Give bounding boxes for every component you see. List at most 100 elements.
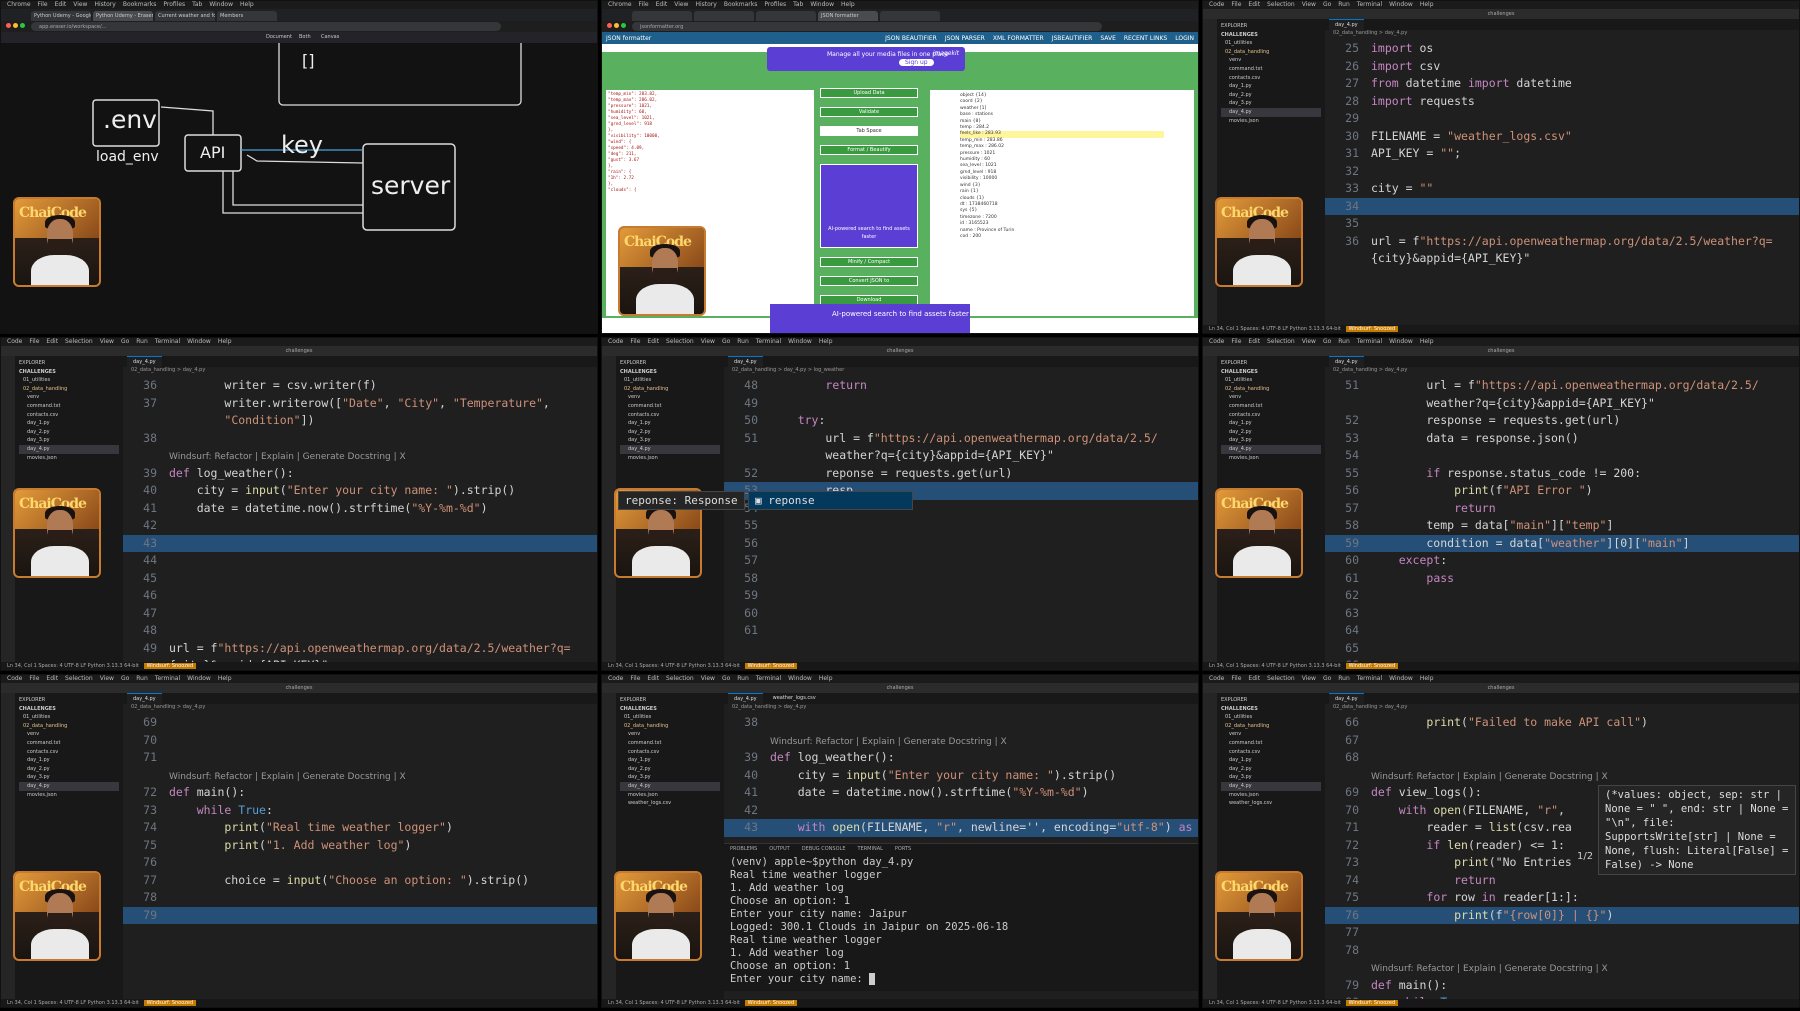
explorer-item[interactable]: 01_utilities (620, 713, 720, 722)
breadcrumb[interactable]: 02_data_handling > day_4.py (1325, 30, 1799, 38)
code-line[interactable]: 39 def log_weather(): (123, 465, 597, 483)
browser-tab[interactable]: Python Udemy - Google Dr (31, 11, 91, 21)
code-line[interactable]: 49 url = f"https://api.openweathermap.org… (123, 640, 597, 658)
code-line[interactable]: 41 date = datetime.now().strftime("%Y-%m… (123, 500, 597, 518)
address-bar[interactable]: jsonformatter.org (632, 22, 1102, 31)
code-line[interactable]: 29 (1325, 110, 1799, 128)
code-line[interactable]: Windsurf: Refactor | Explain | Generate … (1325, 959, 1799, 977)
explorer-item[interactable]: day_1.py (620, 419, 720, 428)
code-line[interactable]: 57 return (1325, 500, 1799, 518)
code-editor[interactable]: day_4.py 02_data_handling > day_4.py 51 … (1325, 356, 1799, 670)
explorer-item[interactable]: day_3.py (19, 436, 119, 445)
code-line[interactable]: 78 (1325, 942, 1799, 960)
editor-tab[interactable]: day_4.py (127, 693, 162, 704)
windsurf-badge[interactable]: Windsurf: Snoozed (744, 663, 798, 669)
code-line[interactable]: 57 (724, 552, 1198, 570)
code-line[interactable]: 48 (123, 622, 597, 640)
toolbar-document[interactable]: Document (266, 34, 292, 40)
toolbar-canvas[interactable]: Canvas (321, 34, 339, 40)
explorer-item[interactable]: 01_utilities (19, 376, 119, 385)
explorer-item[interactable]: day_4.py (19, 781, 119, 791)
code-editor[interactable]: day_4.py 02_data_handling > day_4.py 69 7… (123, 693, 597, 999)
code-line[interactable]: 36 url = f"https://api.openweathermap.org… (1325, 233, 1799, 251)
code-line[interactable]: 33 city = "" (1325, 180, 1799, 198)
code-line[interactable]: 47 (123, 605, 597, 623)
explorer-item[interactable]: day_3.py (1221, 99, 1321, 108)
code-line[interactable]: 41 date = datetime.now().strftime("%Y-%m… (724, 784, 1198, 802)
breadcrumb[interactable]: 02_data_handling > day_4.py > log_weathe… (724, 367, 1198, 375)
window-title[interactable]: challenges (1203, 683, 1799, 693)
explorer-item[interactable]: 01_utilities (1221, 713, 1321, 722)
code-lines[interactable]: 38 Windsurf: Refactor | Explain | Generat… (724, 712, 1198, 837)
breadcrumb[interactable]: 02_data_handling > day_4.py (1325, 704, 1799, 712)
editor-tab[interactable]: day_4.py (127, 356, 162, 367)
code-line[interactable]: 61 (724, 622, 1198, 640)
code-line[interactable]: 42 (724, 802, 1198, 820)
code-line[interactable]: 77 choice = input("Choose an option: ").… (123, 872, 597, 890)
explorer-item[interactable]: day_4.py (1221, 107, 1321, 117)
explorer-item[interactable]: command.txt (19, 402, 119, 411)
code-line[interactable]: 77 (1325, 924, 1799, 942)
code-line[interactable]: 52 response = requests.get(url) (1325, 412, 1799, 430)
explorer-item[interactable]: day_1.py (19, 756, 119, 765)
explorer-item[interactable]: day_1.py (1221, 419, 1321, 428)
ad-banner-top[interactable]: Manage all your media files in one place… (767, 47, 965, 71)
code-lines[interactable]: 36 writer = csv.writer(f) 37 writer.write… (123, 375, 597, 670)
site-title[interactable]: JSON formatter (606, 35, 651, 42)
explorer-item[interactable]: day_3.py (19, 773, 119, 782)
explorer-item[interactable]: venv (620, 730, 720, 739)
explorer-item[interactable]: command.txt (620, 402, 720, 411)
nav-xml-formatter[interactable]: XML FORMATTER (993, 35, 1044, 42)
terminal-output[interactable]: (venv) apple~$python day_4.py Real time … (724, 854, 1198, 988)
code-line[interactable]: 60 (724, 605, 1198, 623)
code-line[interactable]: 73 while True: (123, 802, 597, 820)
address-bar[interactable]: app.eraser.io/workspace/... (31, 22, 501, 31)
explorer-item[interactable]: 02_data_handling (1221, 385, 1321, 394)
code-line[interactable]: 61 pass (1325, 570, 1799, 588)
code-line[interactable]: 55 (724, 517, 1198, 535)
explorer-item[interactable]: day_4.py (1221, 781, 1321, 791)
code-line[interactable]: 63 (1325, 605, 1799, 623)
explorer-item[interactable]: day_1.py (620, 756, 720, 765)
explorer-item[interactable]: 02_data_handling (1221, 722, 1321, 731)
explorer-item[interactable]: venv (19, 393, 119, 402)
explorer-item[interactable]: contacts.csv (620, 748, 720, 757)
code-editor[interactable]: day_4.py weather_logs.csv 02_data_handlin… (724, 693, 1198, 999)
explorer-item[interactable]: 02_data_handling (1221, 48, 1321, 57)
explorer-item[interactable]: 01_utilities (19, 713, 119, 722)
validate-button[interactable]: Validate (820, 107, 918, 117)
code-line[interactable]: 75 for row in reader[1:]: (1325, 889, 1799, 907)
code-line[interactable]: 25 import os (1325, 40, 1799, 58)
code-line[interactable]: 76 print(f"{row[0]} | {}") (1325, 906, 1799, 924)
explorer-item[interactable]: day_4.py (620, 444, 720, 454)
explorer-item[interactable]: day_3.py (1221, 436, 1321, 445)
upload-data-button[interactable]: Upload Data (820, 88, 918, 98)
explorer-item[interactable]: contacts.csv (1221, 748, 1321, 757)
code-line[interactable]: 59 condition = data["weather"][0]["main"… (1325, 534, 1799, 552)
diagram-canvas[interactable]: [] .env load_env API key server (1, 43, 597, 333)
explorer-item[interactable]: contacts.csv (620, 411, 720, 420)
explorer-item[interactable]: 02_data_handling (620, 385, 720, 394)
explorer-item[interactable]: day_2.py (620, 765, 720, 774)
signature-page[interactable]: 1/2 (1577, 851, 1593, 862)
nav-recent-links[interactable]: RECENT LINKS (1124, 35, 1167, 42)
code-line[interactable]: 52 reponse = requests.get(url) (724, 465, 1198, 483)
explorer-item[interactable]: contacts.csv (19, 411, 119, 420)
code-line[interactable]: weather?q={city}&appid={API_KEY}" (724, 447, 1198, 465)
format-beautify-button[interactable]: Format / Beautify (820, 145, 918, 155)
explorer-root[interactable]: CHALLENGES (620, 368, 720, 377)
code-line[interactable]: 48 return (724, 377, 1198, 395)
explorer-root[interactable]: CHALLENGES (19, 368, 119, 377)
editor-tab[interactable]: day_4.py (728, 693, 763, 704)
code-line[interactable]: 32 (1325, 163, 1799, 181)
browser-tab[interactable]: Python Udemy - Eraser (93, 11, 153, 21)
explorer-item[interactable]: contacts.csv (1221, 411, 1321, 420)
window-title[interactable]: challenges (1203, 346, 1799, 356)
explorer-item[interactable]: venv (620, 393, 720, 402)
code-line[interactable]: 40 city = input("Enter your city name: "… (123, 482, 597, 500)
editor-tab[interactable]: day_4.py (1329, 19, 1364, 30)
code-line[interactable]: 54 (1325, 447, 1799, 465)
explorer-item[interactable]: day_2.py (1221, 765, 1321, 774)
explorer-root[interactable]: CHALLENGES (1221, 31, 1321, 40)
code-line[interactable]: 46 (123, 587, 597, 605)
